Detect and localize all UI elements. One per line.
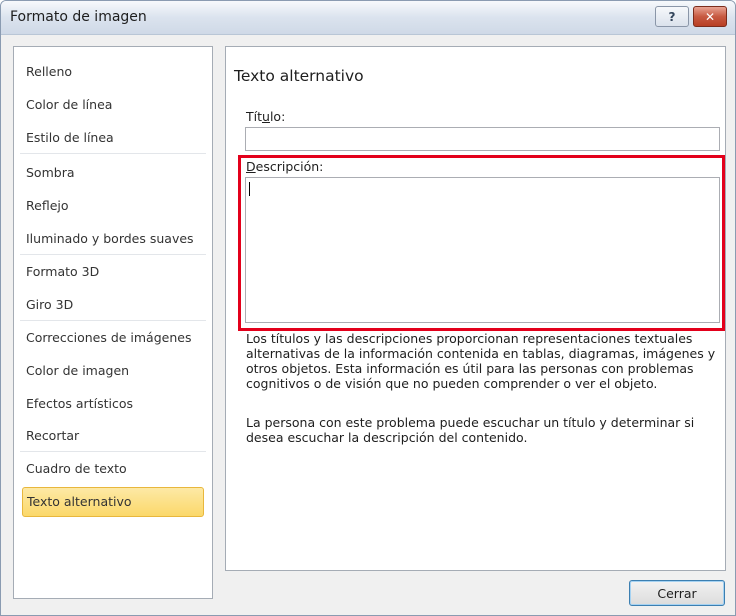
sidebar-item-reflejo[interactable]: Reflejo [22, 191, 204, 220]
close-icon: ✕ [704, 9, 716, 24]
sidebar-divider [20, 451, 206, 452]
sidebar-item-color-de-imagen[interactable]: Color de imagen [22, 356, 204, 385]
panel-title: Texto alternativo [234, 67, 364, 85]
help-icon: ? [668, 9, 676, 24]
sidebar-divider [20, 153, 206, 154]
sidebar-item-formato-3d[interactable]: Formato 3D [22, 257, 204, 286]
category-sidebar: Relleno Color de línea Estilo de línea S… [13, 46, 213, 599]
text-caret [249, 182, 250, 196]
sidebar-item-sombra[interactable]: Sombra [22, 158, 204, 187]
dialog-title: Formato de imagen [10, 9, 147, 25]
descripcion-textarea[interactable] [245, 177, 720, 323]
sidebar-item-correcciones[interactable]: Correcciones de imágenes [22, 323, 204, 352]
sidebar-item-relleno[interactable]: Relleno [22, 57, 204, 86]
sidebar-divider [20, 320, 206, 321]
alt-text-panel: Texto alternativo Título: Descripción: L… [225, 46, 726, 571]
title-bar[interactable]: Formato de imagen ? ✕ [1, 1, 735, 35]
sidebar-divider [20, 254, 206, 255]
help-paragraph-1: Los títulos y las descripciones proporci… [246, 331, 716, 391]
titulo-input[interactable] [245, 127, 720, 151]
help-button[interactable]: ? [655, 6, 689, 27]
sidebar-item-estilo-de-linea[interactable]: Estilo de línea [22, 123, 204, 152]
sidebar-item-recortar[interactable]: Recortar [22, 421, 204, 450]
sidebar-item-cuadro-de-texto[interactable]: Cuadro de texto [22, 454, 204, 483]
descripcion-label: Descripción: [246, 159, 324, 174]
sidebar-item-iluminado[interactable]: Iluminado y bordes suaves [22, 224, 204, 253]
format-picture-dialog: Formato de imagen ? ✕ Relleno Color de l… [0, 0, 736, 616]
sidebar-item-efectos-artisticos[interactable]: Efectos artísticos [22, 389, 204, 418]
titulo-label: Título: [246, 109, 286, 124]
sidebar-item-color-de-linea[interactable]: Color de línea [22, 90, 204, 119]
sidebar-item-texto-alternativo[interactable]: Texto alternativo [22, 487, 204, 517]
sidebar-item-giro-3d[interactable]: Giro 3D [22, 290, 204, 319]
help-paragraph-2: La persona con este problema puede escuc… [246, 415, 695, 445]
close-window-button[interactable]: ✕ [693, 6, 727, 27]
cerrar-button[interactable]: Cerrar [629, 580, 725, 606]
